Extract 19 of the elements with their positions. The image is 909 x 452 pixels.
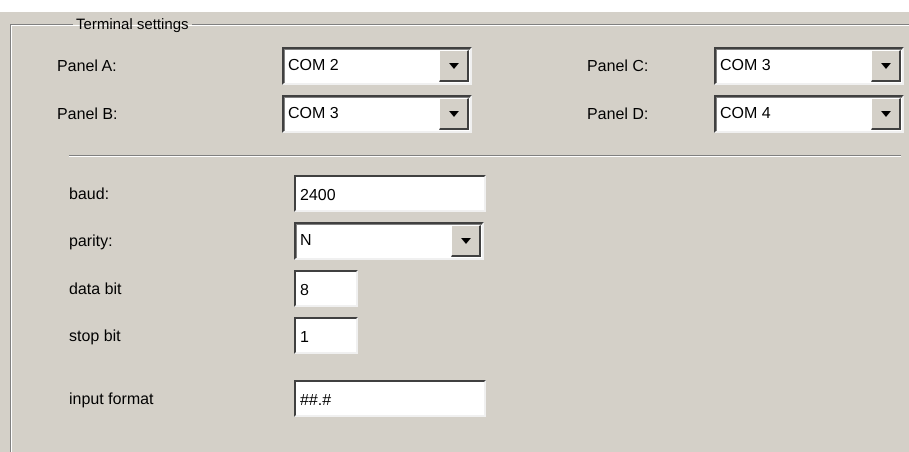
- field-label: data bit: [69, 280, 122, 298]
- field-label: Panel C:: [587, 57, 650, 76]
- input-field[interactable]: 2400: [294, 175, 486, 212]
- dropdown-field[interactable]: N: [294, 222, 484, 260]
- field-label: Panel A:: [57, 57, 118, 76]
- field-label: baud:: [69, 184, 110, 204]
- group-title: Terminal settings: [75, 16, 190, 33]
- port-dropdown[interactable]: COM 4: [714, 95, 904, 133]
- port-dropdown[interactable]: COM 3: [282, 95, 472, 133]
- input-field[interactable]: 1: [294, 317, 358, 354]
- input-field[interactable]: ##.#: [294, 380, 486, 417]
- input-field[interactable]: 8: [294, 270, 358, 307]
- field-label: Panel B:: [57, 105, 118, 124]
- field-label: input format: [69, 390, 154, 408]
- field-label: Panel D:: [587, 105, 650, 124]
- port-dropdown[interactable]: COM 3: [714, 47, 904, 85]
- field-label: parity:: [69, 232, 114, 251]
- port-dropdown[interactable]: COM 2: [282, 47, 472, 85]
- field-label: stop bit: [69, 326, 122, 346]
